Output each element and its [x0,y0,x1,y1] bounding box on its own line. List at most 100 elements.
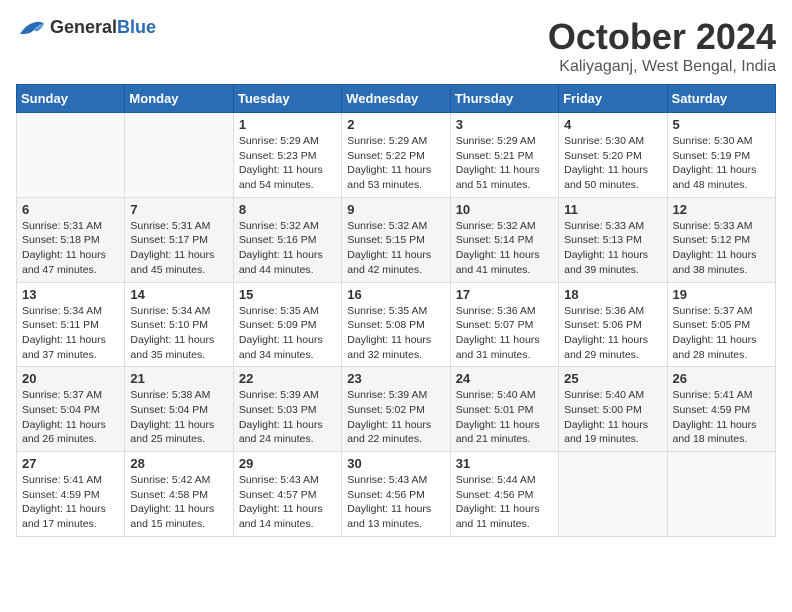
cell-info: Sunrise: 5:36 AMSunset: 5:06 PMDaylight:… [564,304,661,363]
day-number: 2 [347,117,444,132]
calendar-cell: 24 Sunrise: 5:40 AMSunset: 5:01 PMDayligh… [450,367,558,452]
day-number: 12 [673,202,770,217]
calendar-cell: 30 Sunrise: 5:43 AMSunset: 4:56 PMDayligh… [342,452,450,537]
cell-info: Sunrise: 5:30 AMSunset: 5:19 PMDaylight:… [673,134,770,193]
day-number: 27 [22,456,119,471]
day-number: 9 [347,202,444,217]
logo-blue: Blue [117,17,156,37]
cell-info: Sunrise: 5:40 AMSunset: 5:00 PMDaylight:… [564,388,661,447]
logo-text: GeneralBlue [50,17,156,38]
cell-info: Sunrise: 5:34 AMSunset: 5:10 PMDaylight:… [130,304,227,363]
day-number: 5 [673,117,770,132]
cell-info: Sunrise: 5:41 AMSunset: 4:59 PMDaylight:… [673,388,770,447]
cell-info: Sunrise: 5:32 AMSunset: 5:15 PMDaylight:… [347,219,444,278]
calendar-cell: 25 Sunrise: 5:40 AMSunset: 5:00 PMDayligh… [559,367,667,452]
day-number: 19 [673,287,770,302]
day-number: 29 [239,456,336,471]
cell-info: Sunrise: 5:35 AMSunset: 5:08 PMDaylight:… [347,304,444,363]
day-number: 20 [22,371,119,386]
calendar-cell: 6 Sunrise: 5:31 AMSunset: 5:18 PMDaylight… [17,197,125,282]
month-title: October 2024 [548,16,776,58]
calendar-cell: 4 Sunrise: 5:30 AMSunset: 5:20 PMDaylight… [559,113,667,198]
weekday-header: Thursday [450,85,558,113]
cell-info: Sunrise: 5:29 AMSunset: 5:21 PMDaylight:… [456,134,553,193]
calendar-week-row: 1Sunrise: 5:29 AMSunset: 5:23 PMDaylight… [17,113,776,198]
weekday-header: Wednesday [342,85,450,113]
calendar-cell [125,113,233,198]
cell-info: Sunrise: 5:44 AMSunset: 4:56 PMDaylight:… [456,473,553,532]
location-title: Kaliyaganj, West Bengal, India [548,58,776,76]
day-number: 14 [130,287,227,302]
weekday-header: Tuesday [233,85,341,113]
day-number: 31 [456,456,553,471]
cell-info: Sunrise: 5:31 AMSunset: 5:18 PMDaylight:… [22,219,119,278]
calendar-cell: 3 Sunrise: 5:29 AMSunset: 5:21 PMDaylight… [450,113,558,198]
header: GeneralBlue October 2024 Kaliyaganj, Wes… [16,16,776,76]
cell-info: Sunrise: 5:34 AMSunset: 5:11 PMDaylight:… [22,304,119,363]
day-number: 4 [564,117,661,132]
day-number: 21 [130,371,227,386]
calendar-cell: 1Sunrise: 5:29 AMSunset: 5:23 PMDaylight… [233,113,341,198]
weekday-header-row: SundayMondayTuesdayWednesdayThursdayFrid… [17,85,776,113]
calendar-cell: 12Sunrise: 5:33 AMSunset: 5:12 PMDayligh… [667,197,775,282]
calendar-cell: 17 Sunrise: 5:36 AMSunset: 5:07 PMDayligh… [450,282,558,367]
calendar-cell: 31 Sunrise: 5:44 AMSunset: 4:56 PMDayligh… [450,452,558,537]
day-number: 16 [347,287,444,302]
cell-info: Sunrise: 5:33 AMSunset: 5:13 PMDaylight:… [564,219,661,278]
cell-info: Sunrise: 5:30 AMSunset: 5:20 PMDaylight:… [564,134,661,193]
calendar-cell: 19 Sunrise: 5:37 AMSunset: 5:05 PMDayligh… [667,282,775,367]
day-number: 28 [130,456,227,471]
calendar-cell: 15 Sunrise: 5:35 AMSunset: 5:09 PMDayligh… [233,282,341,367]
cell-info: Sunrise: 5:37 AMSunset: 5:04 PMDaylight:… [22,388,119,447]
logo-icon [16,16,46,38]
calendar-cell: 7Sunrise: 5:31 AMSunset: 5:17 PMDaylight… [125,197,233,282]
day-number: 26 [673,371,770,386]
calendar-week-row: 13Sunrise: 5:34 AMSunset: 5:11 PMDayligh… [17,282,776,367]
day-number: 25 [564,371,661,386]
weekday-header: Friday [559,85,667,113]
day-number: 24 [456,371,553,386]
calendar-week-row: 27 Sunrise: 5:41 AMSunset: 4:59 PMDayligh… [17,452,776,537]
cell-info: Sunrise: 5:42 AMSunset: 4:58 PMDaylight:… [130,473,227,532]
calendar-week-row: 20 Sunrise: 5:37 AMSunset: 5:04 PMDayligh… [17,367,776,452]
cell-info: Sunrise: 5:31 AMSunset: 5:17 PMDaylight:… [130,219,227,278]
day-number: 6 [22,202,119,217]
cell-info: Sunrise: 5:36 AMSunset: 5:07 PMDaylight:… [456,304,553,363]
calendar-cell: 5 Sunrise: 5:30 AMSunset: 5:19 PMDaylight… [667,113,775,198]
calendar-cell [17,113,125,198]
calendar-cell: 8Sunrise: 5:32 AMSunset: 5:16 PMDaylight… [233,197,341,282]
calendar-week-row: 6 Sunrise: 5:31 AMSunset: 5:18 PMDaylight… [17,197,776,282]
calendar-cell [559,452,667,537]
cell-info: Sunrise: 5:41 AMSunset: 4:59 PMDaylight:… [22,473,119,532]
calendar-cell: 11 Sunrise: 5:33 AMSunset: 5:13 PMDayligh… [559,197,667,282]
day-number: 30 [347,456,444,471]
cell-info: Sunrise: 5:40 AMSunset: 5:01 PMDaylight:… [456,388,553,447]
calendar-cell: 2 Sunrise: 5:29 AMSunset: 5:22 PMDaylight… [342,113,450,198]
calendar-cell: 26 Sunrise: 5:41 AMSunset: 4:59 PMDayligh… [667,367,775,452]
calendar-cell: 20 Sunrise: 5:37 AMSunset: 5:04 PMDayligh… [17,367,125,452]
calendar-cell: 22Sunrise: 5:39 AMSunset: 5:03 PMDayligh… [233,367,341,452]
day-number: 8 [239,202,336,217]
day-number: 18 [564,287,661,302]
day-number: 22 [239,371,336,386]
cell-info: Sunrise: 5:35 AMSunset: 5:09 PMDaylight:… [239,304,336,363]
calendar-cell: 9 Sunrise: 5:32 AMSunset: 5:15 PMDaylight… [342,197,450,282]
day-number: 3 [456,117,553,132]
cell-info: Sunrise: 5:37 AMSunset: 5:05 PMDaylight:… [673,304,770,363]
day-number: 15 [239,287,336,302]
cell-info: Sunrise: 5:38 AMSunset: 5:04 PMDaylight:… [130,388,227,447]
cell-info: Sunrise: 5:43 AMSunset: 4:56 PMDaylight:… [347,473,444,532]
calendar-cell [667,452,775,537]
calendar-table: SundayMondayTuesdayWednesdayThursdayFrid… [16,84,776,537]
calendar-cell: 18 Sunrise: 5:36 AMSunset: 5:06 PMDayligh… [559,282,667,367]
title-area: October 2024 Kaliyaganj, West Bengal, In… [548,16,776,76]
cell-info: Sunrise: 5:29 AMSunset: 5:22 PMDaylight:… [347,134,444,193]
day-number: 17 [456,287,553,302]
calendar-cell: 27 Sunrise: 5:41 AMSunset: 4:59 PMDayligh… [17,452,125,537]
day-number: 1 [239,117,336,132]
calendar-cell: 29Sunrise: 5:43 AMSunset: 4:57 PMDayligh… [233,452,341,537]
logo: GeneralBlue [16,16,156,38]
logo-general: General [50,17,117,37]
day-number: 11 [564,202,661,217]
calendar-cell: 21 Sunrise: 5:38 AMSunset: 5:04 PMDayligh… [125,367,233,452]
